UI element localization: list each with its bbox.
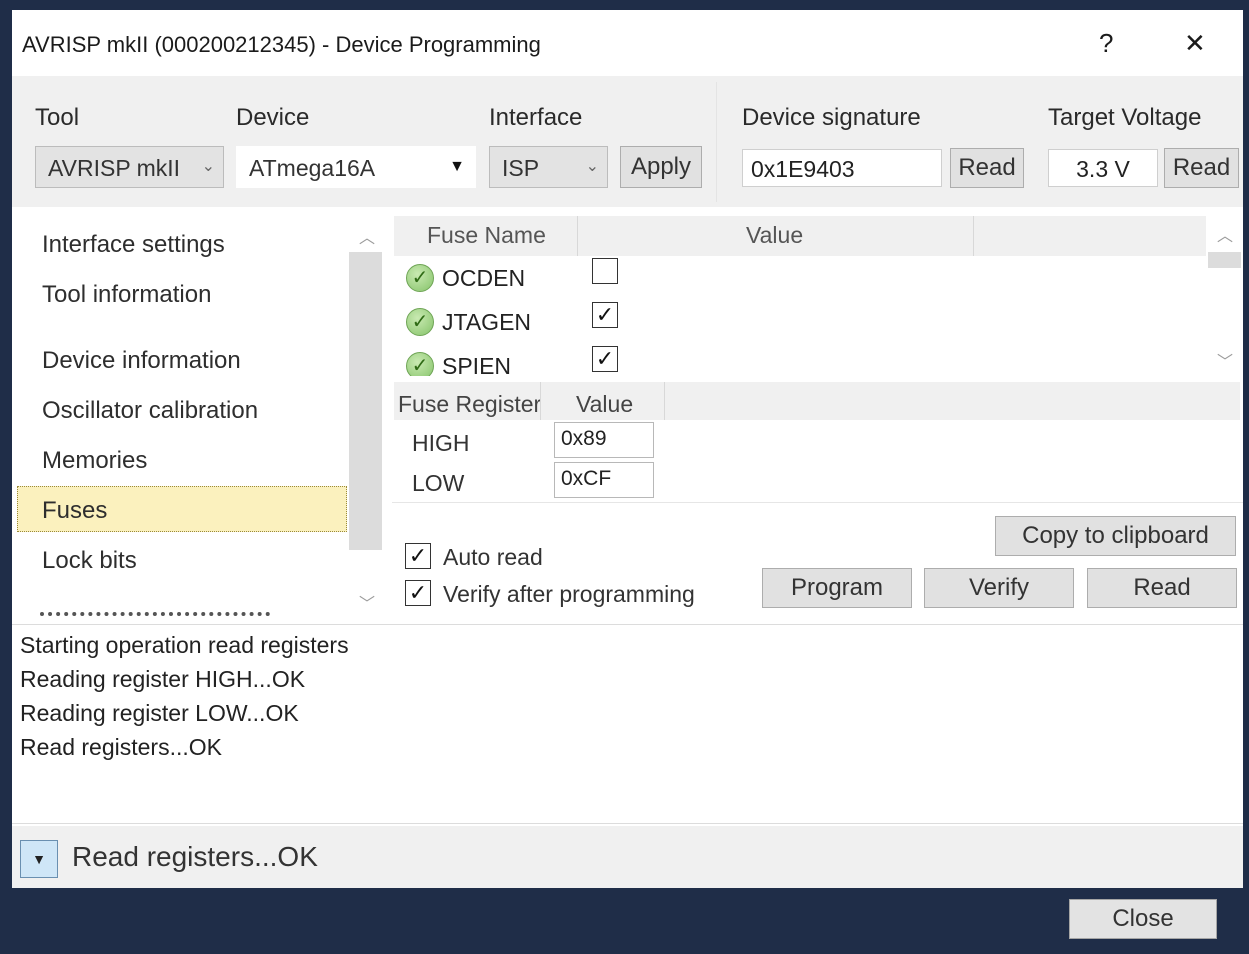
column-divider bbox=[973, 216, 974, 256]
status-text: Read registers...OK bbox=[72, 841, 318, 872]
column-divider bbox=[577, 216, 578, 256]
fuse-value-column-header[interactable]: Value bbox=[746, 222, 803, 249]
verify-button[interactable]: Verify bbox=[924, 568, 1074, 608]
sidebar-item-oscillator-calibration[interactable]: Oscillator calibration bbox=[42, 397, 258, 425]
tool-select[interactable]: AVRISP mkII ⌄ bbox=[35, 146, 224, 188]
program-button[interactable]: Program bbox=[762, 568, 912, 608]
chevron-down-icon: ⌄ bbox=[201, 158, 215, 175]
register-low-input[interactable]: 0xCF bbox=[554, 462, 654, 498]
column-divider bbox=[540, 382, 541, 420]
register-value-column-header[interactable]: Value bbox=[576, 391, 633, 418]
fuse-name-ocden: OCDEN bbox=[442, 265, 526, 291]
scroll-down-icon[interactable]: ﹀ bbox=[1217, 348, 1233, 372]
interface-select[interactable]: ISP ⌄ bbox=[489, 146, 608, 188]
voltage-read-button[interactable]: Read bbox=[1164, 148, 1239, 188]
sidebar-item-interface-settings[interactable]: Interface settings bbox=[42, 231, 225, 259]
help-button[interactable]: ? bbox=[1099, 28, 1113, 59]
target-voltage-field[interactable]: 3.3 V bbox=[1048, 149, 1158, 187]
column-divider bbox=[664, 382, 665, 420]
sidebar-scrollbar-thumb[interactable] bbox=[349, 252, 382, 550]
device-signature-field[interactable]: 0x1E9403 bbox=[742, 149, 942, 187]
dropdown-arrow-icon: ▼ bbox=[32, 851, 46, 867]
toolbar-divider bbox=[716, 82, 717, 202]
chevron-down-icon: ⌄ bbox=[585, 158, 599, 175]
fuse-table-scrollbar-thumb[interactable] bbox=[1208, 252, 1241, 268]
register-high-input[interactable]: 0x89 bbox=[554, 422, 654, 458]
copy-to-clipboard-button[interactable]: Copy to clipboard bbox=[995, 516, 1236, 556]
device-signature-label: Device signature bbox=[742, 104, 921, 131]
scroll-up-icon[interactable]: ︿ bbox=[1217, 222, 1233, 246]
fuse-jtagen-checkbox[interactable]: ✓ bbox=[592, 302, 618, 328]
auto-read-label: Auto read bbox=[443, 544, 543, 570]
auto-read-checkbox[interactable]: ✓ bbox=[405, 543, 431, 569]
sidebar-item-lock-bits[interactable]: Lock bits bbox=[42, 547, 137, 575]
fuse-register-column-header[interactable]: Fuse Register bbox=[398, 391, 541, 418]
interface-label: Interface bbox=[489, 104, 583, 131]
sidebar-item-device-information[interactable]: Device information bbox=[42, 347, 241, 375]
ok-check-icon: ✓ bbox=[406, 264, 434, 292]
log-line: Starting operation read registers bbox=[20, 632, 349, 658]
scroll-up-icon[interactable]: ︿ bbox=[359, 224, 375, 248]
log-line: Reading register LOW...OK bbox=[20, 700, 299, 726]
log-line: Read registers...OK bbox=[20, 734, 222, 760]
register-low-label: LOW bbox=[412, 470, 465, 496]
sidebar-item-tool-information[interactable]: Tool information bbox=[42, 281, 211, 309]
window-title: AVRISP mkII (000200212345) - Device Prog… bbox=[22, 32, 541, 57]
fuse-row-spien-clip: ✓ SPIEN ✓ bbox=[400, 346, 1206, 376]
sidebar-item-fuses[interactable]: Fuses bbox=[42, 497, 107, 525]
device-select-value: ATmega16A bbox=[249, 155, 376, 181]
scroll-down-icon[interactable]: ﹀ bbox=[359, 590, 375, 614]
sidebar-item-memories[interactable]: Memories bbox=[42, 447, 147, 475]
close-window-button[interactable]: ✕ bbox=[1184, 28, 1206, 59]
tool-label: Tool bbox=[35, 104, 80, 131]
device-select[interactable]: ATmega16A ▼ bbox=[236, 146, 476, 188]
fuse-name-spien: SPIEN bbox=[442, 353, 512, 376]
dropdown-arrow-icon: ▼ bbox=[449, 158, 465, 175]
fuse-name-column-header[interactable]: Fuse Name bbox=[427, 222, 546, 249]
tool-select-value: AVRISP mkII bbox=[48, 155, 181, 181]
verify-after-programming-checkbox[interactable]: ✓ bbox=[405, 580, 431, 606]
read-button[interactable]: Read bbox=[1087, 568, 1237, 608]
ok-check-icon: ✓ bbox=[406, 352, 434, 376]
register-high-label: HIGH bbox=[412, 430, 470, 456]
target-voltage-label: Target Voltage bbox=[1048, 104, 1202, 131]
close-button[interactable]: Close bbox=[1069, 899, 1217, 939]
apply-button[interactable]: Apply bbox=[620, 146, 702, 188]
interface-select-value: ISP bbox=[502, 155, 540, 181]
sidebar-item-partial bbox=[40, 612, 270, 618]
expand-log-toggle[interactable]: ▼ bbox=[20, 840, 58, 878]
ok-check-icon: ✓ bbox=[406, 308, 434, 336]
fuse-name-jtagen: JTAGEN bbox=[442, 309, 532, 335]
signature-read-button[interactable]: Read bbox=[950, 148, 1024, 188]
device-label: Device bbox=[236, 104, 310, 131]
log-line: Reading register HIGH...OK bbox=[20, 666, 306, 692]
fuse-ocden-checkbox[interactable] bbox=[592, 258, 618, 284]
fuse-spien-checkbox[interactable]: ✓ bbox=[592, 346, 618, 372]
verify-after-programming-label: Verify after programming bbox=[443, 581, 695, 607]
